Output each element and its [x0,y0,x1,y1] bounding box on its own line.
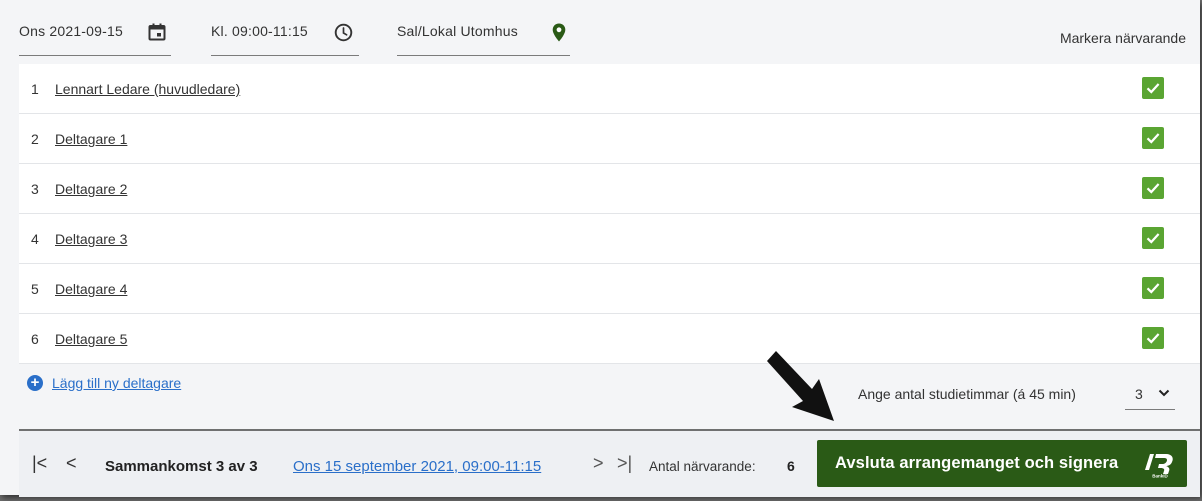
chevron-down-icon [1158,389,1170,397]
attendance-checkbox[interactable] [1142,177,1164,199]
attendance-checkbox[interactable] [1142,277,1164,299]
bankid-icon: BankID [1145,454,1173,479]
participant-name-link[interactable]: Deltagare 4 [55,281,127,297]
date-field[interactable]: Ons 2021-09-15 [19,21,171,56]
check-icon [1146,333,1160,344]
session-counter: Sammankomst 3 av 3 [105,458,258,475]
mark-attendance-label: Markera närvarande [1059,30,1186,46]
next-page-button[interactable]: > [593,453,604,474]
location-field[interactable]: Sal/Lokal Utomhus [397,21,570,56]
study-hours-value: 3 [1135,386,1143,402]
attendance-checkbox[interactable] [1142,227,1164,249]
last-page-button[interactable]: >| [617,453,632,474]
date-value: Ons 2021-09-15 [19,23,123,39]
session-header: Ons 2021-09-15 Kl. 09:00-11:15 Sal/Lokal… [0,0,1200,64]
finish-and-sign-button[interactable]: Avsluta arrangemanget och signera BankID [817,440,1187,487]
attendance-checkbox[interactable] [1142,127,1164,149]
session-footer: |< < Sammankomst 3 av 3 Ons 15 september… [19,429,1200,497]
location-pin-icon[interactable] [552,23,566,42]
attendance-count-value: 6 [787,458,795,474]
participant-row: 3 Deltagare 2 [19,164,1200,214]
participant-row: 6 Deltagare 5 [19,314,1200,364]
check-icon [1146,283,1160,294]
plus-circle-icon[interactable]: + [27,375,43,391]
row-number: 3 [31,181,39,197]
svg-text:BankID: BankID [1152,474,1168,479]
arrow-pointer-icon [767,351,834,421]
calendar-icon[interactable] [148,23,166,41]
time-value: Kl. 09:00-11:15 [211,23,308,39]
study-hours-select[interactable]: 3 [1125,375,1175,410]
first-page-button[interactable]: |< [32,453,47,474]
clock-icon[interactable] [334,23,353,42]
row-number: 6 [31,331,39,347]
participant-name-link[interactable]: Deltagare 1 [55,131,127,147]
previous-page-button[interactable]: < [66,453,77,474]
check-icon [1146,233,1160,244]
time-field[interactable]: Kl. 09:00-11:15 [211,21,359,56]
add-participant-link[interactable]: Lägg till ny deltagare [52,375,181,391]
row-number: 2 [31,131,39,147]
row-number: 1 [31,81,39,97]
attendance-panel: Ons 2021-09-15 Kl. 09:00-11:15 Sal/Lokal… [0,0,1200,497]
participant-row: 4 Deltagare 3 [19,214,1200,264]
location-value: Sal/Lokal Utomhus [397,23,518,39]
attendance-checkbox[interactable] [1142,77,1164,99]
participant-list: 1 Lennart Ledare (huvudledare) 2 Deltaga… [19,64,1200,364]
row-number: 5 [31,281,39,297]
add-participant[interactable]: + Lägg till ny deltagare [27,375,181,391]
finish-and-sign-label: Avsluta arrangemanget och signera [835,454,1119,472]
attendance-count-label: Antal närvarande: [649,459,756,474]
participant-row: 1 Lennart Ledare (huvudledare) [19,64,1200,114]
study-hours-label: Ange antal studietimmar (á 45 min) [858,386,1076,402]
participant-name-link[interactable]: Deltagare 5 [55,331,127,347]
row-number: 4 [31,231,39,247]
attendance-checkbox[interactable] [1142,327,1164,349]
check-icon [1146,133,1160,144]
participant-name-link[interactable]: Deltagare 2 [55,181,127,197]
check-icon [1146,183,1160,194]
check-icon [1146,83,1160,94]
participant-row: 5 Deltagare 4 [19,264,1200,314]
session-date-link[interactable]: Ons 15 september 2021, 09:00-11:15 [293,458,541,475]
participant-name-link[interactable]: Lennart Ledare (huvudledare) [55,81,240,97]
participant-row: 2 Deltagare 1 [19,114,1200,164]
participant-name-link[interactable]: Deltagare 3 [55,231,127,247]
